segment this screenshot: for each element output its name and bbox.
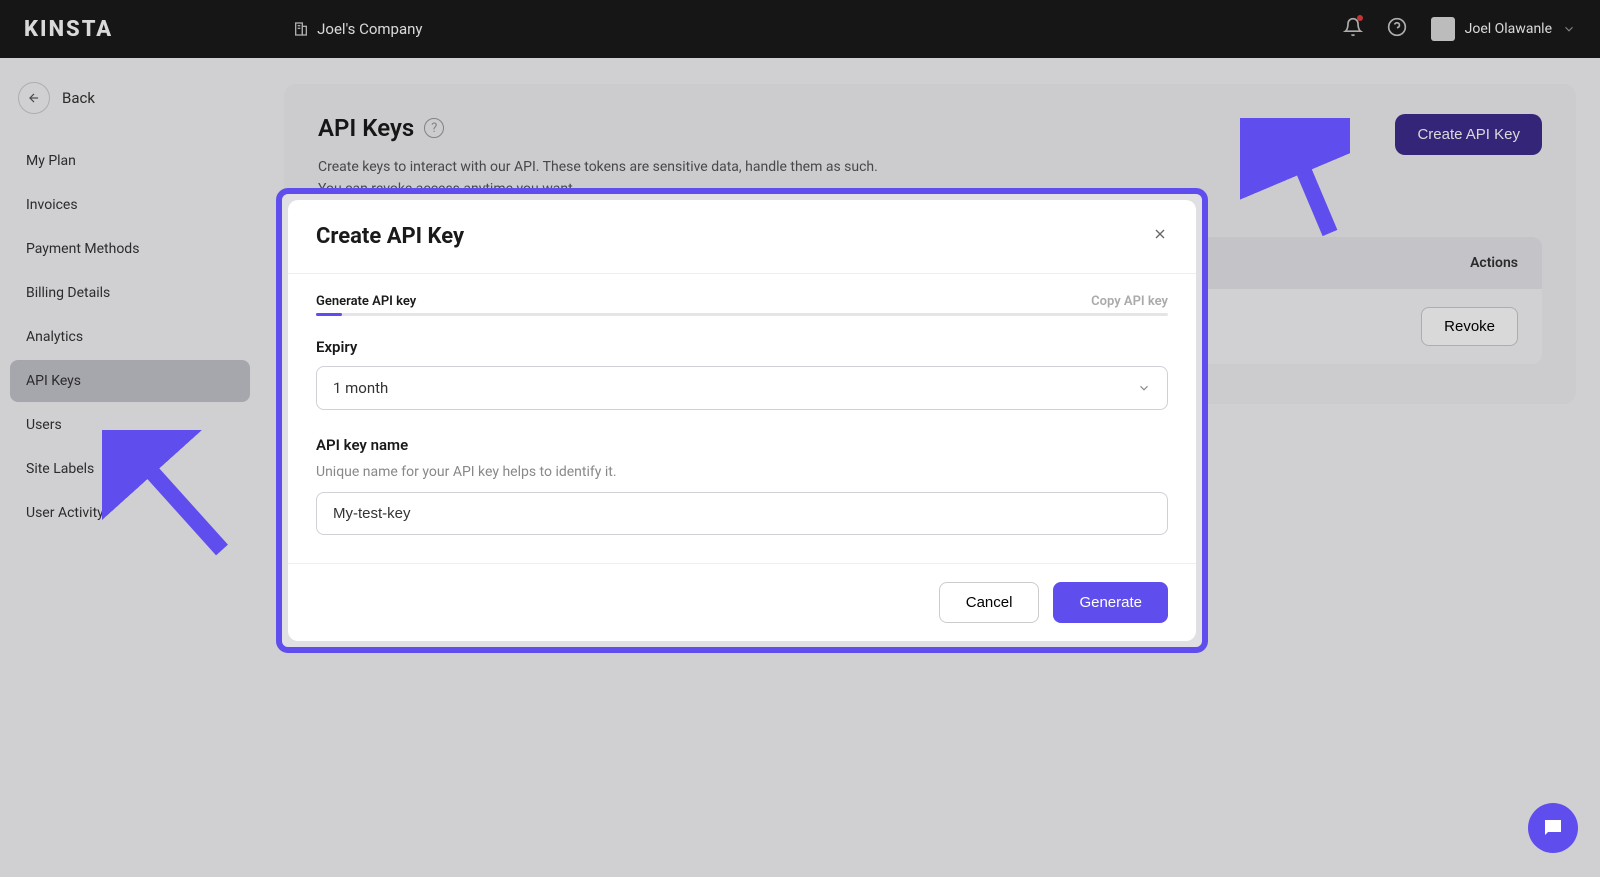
logo[interactable]: KINSTA [24,17,113,42]
expiry-label: Expiry [316,338,1168,356]
create-api-key-button[interactable]: Create API Key [1395,114,1542,155]
sidebar-item-payment-methods[interactable]: Payment Methods [10,228,250,270]
annotation-arrow-2 [102,430,232,560]
close-icon [1152,226,1168,242]
company-selector[interactable]: Joel's Company [293,20,422,38]
user-name: Joel Olawanle [1465,21,1552,37]
modal-header: Create API Key [288,200,1196,274]
chevron-down-icon [1562,22,1576,36]
chat-support-button[interactable] [1528,803,1578,853]
sidebar-item-api-keys[interactable]: API Keys [10,360,250,402]
annotation-arrow-1 [1240,118,1350,238]
back-label: Back [62,89,95,107]
close-button[interactable] [1152,226,1168,247]
notification-dot [1357,15,1363,21]
cancel-button[interactable]: Cancel [939,582,1040,623]
avatar [1431,17,1455,41]
modal-title: Create API Key [316,224,464,249]
revoke-button[interactable]: Revoke [1421,307,1518,346]
page-title: API Keys [318,114,414,142]
notifications-button[interactable] [1343,17,1363,41]
help-button[interactable] [1387,17,1407,41]
progress-fill [316,313,342,316]
building-icon [293,21,309,37]
sidebar-item-invoices[interactable]: Invoices [10,184,250,226]
expiry-select[interactable]: 1 month [316,366,1168,410]
modal-body: Generate API key Copy API key Expiry 1 m… [288,274,1196,563]
modal-steps: Generate API key Copy API key [316,294,1168,309]
card-title-row: API Keys ? [318,114,878,142]
help-circle-icon [1387,17,1407,37]
actions-column-header: Actions [1470,255,1518,271]
step-generate: Generate API key [316,294,416,309]
help-icon[interactable]: ? [424,118,444,138]
chat-icon [1541,816,1565,840]
header-right: Joel Olawanle [1343,17,1576,41]
sidebar-item-billing-details[interactable]: Billing Details [10,272,250,314]
expiry-value: 1 month [333,379,388,397]
create-api-key-modal: Create API Key Generate API key Copy API… [288,200,1196,641]
arrow-left-icon [27,91,41,105]
header-left: KINSTA Joel's Company [24,17,423,42]
generate-button[interactable]: Generate [1053,582,1168,623]
sidebar-item-my-plan[interactable]: My Plan [10,140,250,182]
company-name: Joel's Company [317,20,422,38]
api-key-name-input[interactable] [316,492,1168,535]
desc-line-1: Create keys to interact with our API. Th… [318,156,878,178]
name-help-text: Unique name for your API key helps to id… [316,464,1168,480]
back-arrow-circle [18,82,50,114]
user-menu[interactable]: Joel Olawanle [1431,17,1576,41]
modal-highlight-border: Create API Key Generate API key Copy API… [276,188,1208,653]
progress-bar [316,313,1168,316]
chevron-down-icon [1137,381,1151,395]
back-button[interactable]: Back [10,74,250,122]
top-header: KINSTA Joel's Company Joel Olawanle [0,0,1600,58]
name-label: API key name [316,436,1168,454]
modal-footer: Cancel Generate [288,563,1196,641]
step-copy: Copy API key [1091,294,1168,309]
sidebar-item-analytics[interactable]: Analytics [10,316,250,358]
